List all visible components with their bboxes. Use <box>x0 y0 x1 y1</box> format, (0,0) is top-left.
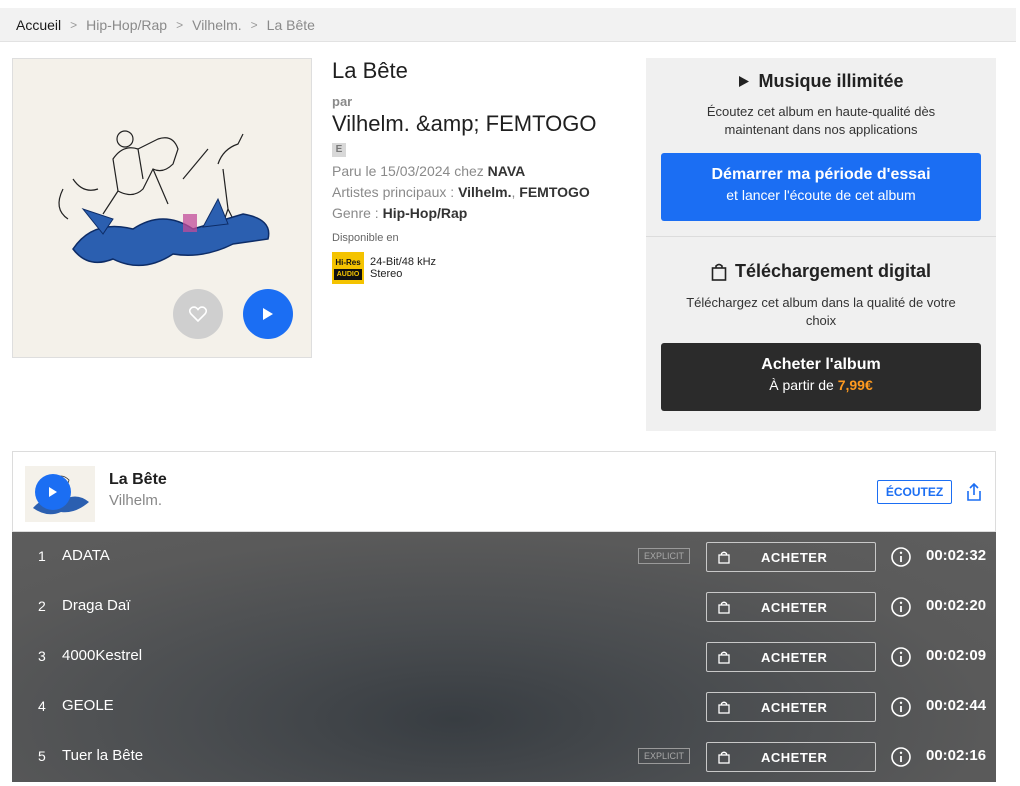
info-icon[interactable] <box>890 596 912 618</box>
main-artists-prefix: Artistes principaux : <box>332 184 455 200</box>
download-offer-title: Téléchargement digital <box>646 261 996 282</box>
player-artist[interactable]: Vilhelm. <box>109 492 162 509</box>
track-duration: 00:02:09 <box>926 647 987 664</box>
streaming-offer: Musique illimitée Écoutez cet album en h… <box>646 58 996 236</box>
quality-text: 24-Bit/48 kHz Stereo <box>370 256 436 280</box>
explicit-badge: E <box>332 143 346 157</box>
buy-track-button[interactable]: ACHETER <box>706 742 876 772</box>
play-icon <box>739 76 750 87</box>
track-row[interactable]: 5 Tuer la Bête EXPLICIT ACHETER 00:02:16 <box>12 732 996 782</box>
hires-badge-top: Hi-Res <box>335 257 361 267</box>
chevron-right-icon: > <box>176 17 184 32</box>
album-player-bar: La Bête Vilhelm. ÉCOUTEZ <box>12 451 996 532</box>
track-title: Tuer la Bête <box>62 747 144 764</box>
info-icon[interactable] <box>890 746 912 768</box>
album-metadata: Paru le 15/03/2024 chez NAVA Artistes pr… <box>332 161 632 224</box>
album-info: La Bête par Vilhelm. &amp; FEMTOGO E Par… <box>332 58 632 284</box>
album-price: 7,99€ <box>837 377 873 393</box>
info-icon[interactable] <box>890 646 912 668</box>
play-icon <box>263 308 273 320</box>
genre-line: Genre : Hip-Hop/Rap <box>332 203 632 224</box>
chevron-right-icon: > <box>250 17 258 32</box>
track-title: 4000Kestrel <box>62 647 143 664</box>
shopping-bag-icon <box>711 263 727 281</box>
breadcrumb: Accueil > Hip-Hop/Rap > Vilhelm. > La Bê… <box>0 8 1016 42</box>
by-label: par <box>332 94 353 109</box>
album-artist-link[interactable]: Vilhelm. &amp; FEMTOGO <box>332 111 632 137</box>
shopping-bag-icon <box>718 701 730 714</box>
player-play-button[interactable] <box>35 474 71 510</box>
album-title: La Bête <box>332 58 408 83</box>
play-icon <box>49 487 57 497</box>
available-in-label: Disponible en <box>332 232 399 244</box>
shopping-bag-icon <box>718 651 730 664</box>
track-row[interactable]: 4 GEOLE ACHETER 00:02:44 <box>12 682 996 732</box>
breadcrumb-genre-link[interactable]: Hip-Hop/Rap <box>86 17 167 33</box>
download-offer: Téléchargement digital Téléchargez cet a… <box>646 237 996 411</box>
main-artist-link[interactable]: Vilhelm. <box>458 184 511 200</box>
track-row[interactable]: 2 Draga Daï ACHETER 00:02:20 <box>12 582 996 632</box>
buy-track-button[interactable]: ACHETER <box>706 592 876 622</box>
info-icon[interactable] <box>890 696 912 718</box>
track-title: Draga Daï <box>62 597 131 614</box>
release-line: Paru le 15/03/2024 chez NAVA <box>332 161 632 182</box>
quality-channels: Stereo <box>370 268 403 280</box>
track-number: 5 <box>38 748 46 764</box>
main-artists-line: Artistes principaux : Vilhelm., FEMTOGO <box>332 184 590 200</box>
album-artwork-illustration <box>58 130 270 267</box>
share-button[interactable] <box>965 482 985 504</box>
streaming-offer-description: Écoutez cet album en haute-qualité dès m… <box>706 104 936 137</box>
explicit-badge: EXPLICIT <box>638 748 690 764</box>
info-icon[interactable] <box>890 546 912 568</box>
album-cover <box>12 58 312 358</box>
breadcrumb-artist-link[interactable]: Vilhelm. <box>192 17 242 33</box>
shopping-bag-icon <box>718 551 730 564</box>
buy-track-button[interactable]: ACHETER <box>706 692 876 722</box>
hires-audio-icon: Hi-Res AUDIO <box>332 252 364 284</box>
track-duration: 00:02:44 <box>926 697 987 714</box>
track-number: 1 <box>38 548 46 564</box>
start-trial-button[interactable]: Démarrer ma période d'essai et lancer l'… <box>661 153 981 221</box>
breadcrumb-home-link[interactable]: Accueil <box>16 17 61 33</box>
track-duration: 00:02:16 <box>926 747 987 764</box>
buy-album-button[interactable]: Acheter l'album À partir de 7,99€ <box>661 343 981 411</box>
track-row[interactable]: 1 ADATA EXPLICIT ACHETER 00:02:32 <box>12 532 996 582</box>
track-duration: 00:02:32 <box>926 547 987 564</box>
streaming-offer-title: Musique illimitée <box>646 71 996 92</box>
player-title: La Bête <box>109 471 167 488</box>
track-row[interactable]: 3 4000Kestrel ACHETER 00:02:09 <box>12 632 996 682</box>
favorite-button[interactable] <box>173 289 223 339</box>
quality-bitrate: 24-Bit/48 kHz <box>370 256 437 268</box>
buy-track-button[interactable]: ACHETER <box>706 542 876 572</box>
breadcrumb-current: La Bête <box>266 16 315 33</box>
chevron-right-icon: > <box>70 17 78 32</box>
offers-panel: Musique illimitée Écoutez cet album en h… <box>646 58 996 431</box>
share-icon <box>967 482 981 501</box>
track-list: 1 ADATA EXPLICIT ACHETER 00:02:32 2 Drag… <box>12 532 996 782</box>
heart-icon <box>189 306 207 322</box>
track-number: 2 <box>38 598 46 614</box>
listen-button[interactable]: ÉCOUTEZ <box>877 480 952 504</box>
album-play-button[interactable] <box>243 289 293 339</box>
hires-badge-bottom: AUDIO <box>333 268 363 280</box>
track-number: 3 <box>38 648 46 664</box>
label-link[interactable]: NAVA <box>488 163 526 179</box>
track-title: GEOLE <box>62 697 114 714</box>
track-number: 4 <box>38 698 46 714</box>
main-artist-link[interactable]: FEMTOGO <box>519 184 590 200</box>
track-duration: 00:02:20 <box>926 597 987 614</box>
shopping-bag-icon <box>718 601 730 614</box>
release-text: Paru le 15/03/2024 chez <box>332 163 484 179</box>
genre-prefix: Genre : <box>332 205 379 221</box>
genre-link[interactable]: Hip-Hop/Rap <box>383 205 468 221</box>
explicit-badge: EXPLICIT <box>638 548 690 564</box>
shopping-bag-icon <box>718 751 730 764</box>
download-offer-description: Téléchargez cet album dans la qualité de… <box>686 295 956 328</box>
track-title: ADATA <box>62 547 110 564</box>
buy-track-button[interactable]: ACHETER <box>706 642 876 672</box>
quality-info: Hi-Res AUDIO 24-Bit/48 kHz Stereo <box>332 252 632 284</box>
